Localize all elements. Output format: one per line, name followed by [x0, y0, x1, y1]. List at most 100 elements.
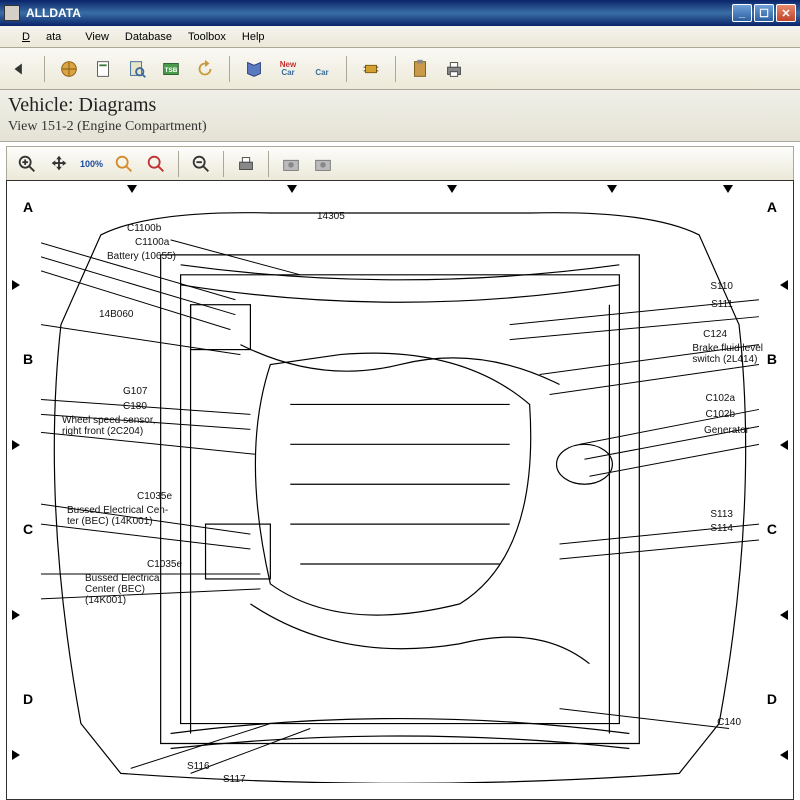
tick-marker: [12, 440, 20, 450]
zoom-100-button[interactable]: 100%: [77, 150, 106, 178]
tick-marker: [12, 750, 20, 760]
axis-a-left: A: [23, 199, 33, 215]
camera-icon: [280, 153, 302, 175]
axis-d-left: D: [23, 691, 33, 707]
menu-data[interactable]: Data: [6, 29, 77, 45]
label-s114: S114: [710, 523, 733, 534]
printer-icon: [235, 153, 257, 175]
page-header: Vehicle: Diagrams View 151-2 (Engine Com…: [0, 90, 800, 142]
lookup-button[interactable]: [123, 55, 151, 83]
axis-b-right: B: [767, 351, 777, 367]
refresh-button[interactable]: [191, 55, 219, 83]
menu-database[interactable]: Database: [117, 29, 180, 45]
label-14b060: 14B060: [99, 309, 133, 320]
label-c180: C180: [123, 401, 147, 412]
page-icon: [92, 58, 114, 80]
label-c102a: C102a: [706, 393, 735, 404]
label-s116: S116: [187, 761, 210, 772]
tick-marker: [723, 185, 733, 193]
axis-c-right: C: [767, 521, 777, 537]
zoom-in-button[interactable]: [13, 150, 41, 178]
menu-bar: Data View Database Toolbox Help: [0, 26, 800, 48]
zoom-in-icon: [16, 153, 38, 175]
print-diagram-button[interactable]: [232, 150, 260, 178]
clipboard-icon: [409, 58, 431, 80]
tick-marker: [12, 280, 20, 290]
diagram-viewer[interactable]: A A B B C C D D: [6, 180, 794, 800]
pan-icon: [48, 153, 70, 175]
axis-a-right: A: [767, 199, 777, 215]
label-s111: S111: [711, 299, 733, 310]
page-button[interactable]: [89, 55, 117, 83]
app-icon: [4, 5, 20, 21]
toolbar-separator: [44, 56, 45, 82]
tick-marker: [607, 185, 617, 193]
zoom-region-button[interactable]: [142, 150, 170, 178]
menu-help[interactable]: Help: [234, 29, 273, 45]
dtc-button[interactable]: [357, 55, 385, 83]
label-generator: Generator: [704, 425, 749, 436]
minimize-button[interactable]: _: [732, 4, 752, 22]
page-subtitle: View 151-2 (Engine Compartment): [8, 119, 792, 135]
label-g107: G107: [123, 386, 147, 397]
tick-marker: [447, 185, 457, 193]
window-title: ALLDATA: [26, 6, 732, 20]
toolbar-separator: [223, 151, 224, 177]
label-c102b: C102b: [706, 409, 735, 420]
zoom-out-icon: [190, 153, 212, 175]
printer-icon: [443, 58, 465, 80]
tick-marker: [12, 610, 20, 620]
label-c124: C124: [703, 329, 727, 340]
camera-icon: [312, 153, 334, 175]
toolbar-separator: [268, 151, 269, 177]
label-c1035e-2: C1035e: [147, 559, 182, 570]
zoom-region-icon: [145, 153, 167, 175]
zoom-fit-icon: [113, 153, 135, 175]
print-button[interactable]: [440, 55, 468, 83]
label-battery: Battery (10655): [107, 251, 176, 262]
note-button[interactable]: [406, 55, 434, 83]
toolbar-separator: [229, 56, 230, 82]
globe-button[interactable]: [55, 55, 83, 83]
books-button[interactable]: [240, 55, 268, 83]
camera-button-2[interactable]: [309, 150, 337, 178]
tick-marker: [780, 440, 788, 450]
menu-view[interactable]: View: [77, 29, 117, 45]
axis-b-left: B: [23, 351, 33, 367]
chip-icon: [360, 58, 382, 80]
refresh-icon: [194, 58, 216, 80]
label-c1100b: C1100b: [127, 223, 161, 234]
label-s110: S110: [710, 281, 733, 292]
new-car-button[interactable]: NewCar: [274, 55, 302, 83]
label-14305: 14305: [317, 211, 345, 222]
tick-marker: [780, 280, 788, 290]
globe-icon: [58, 58, 80, 80]
label-bec-1: Bussed Electrical Cen- ter (BEC) (14K001…: [67, 505, 168, 527]
zoom-out-button[interactable]: [187, 150, 215, 178]
label-wheel-speed: Wheel speed sensor, right front (2C204): [62, 415, 155, 437]
car-button[interactable]: Car: [308, 55, 336, 83]
magnifier-doc-icon: [126, 58, 148, 80]
label-c1100a: C1100a: [135, 237, 169, 248]
label-s117: S117: [223, 774, 246, 785]
pan-button[interactable]: [45, 150, 73, 178]
maximize-button[interactable]: ☐: [754, 4, 774, 22]
menu-toolbox[interactable]: Toolbox: [180, 29, 234, 45]
tick-marker: [287, 185, 297, 193]
label-c140: C140: [717, 717, 741, 728]
back-button[interactable]: [6, 55, 34, 83]
viewer-toolbar: 100%: [6, 146, 794, 180]
tick-marker: [780, 750, 788, 760]
page-title: Vehicle: Diagrams: [8, 94, 792, 117]
toolbar-separator: [395, 56, 396, 82]
tsb-button[interactable]: TSB: [157, 55, 185, 83]
label-bec-2: Bussed Electrical Center (BEC) (14K001): [85, 573, 162, 606]
tick-marker: [780, 610, 788, 620]
window-titlebar: ALLDATA _ ☐ ✕: [0, 0, 800, 26]
svg-text:TSB: TSB: [165, 66, 178, 73]
axis-d-right: D: [767, 691, 777, 707]
camera-button-1[interactable]: [277, 150, 305, 178]
zoom-fit-button[interactable]: [110, 150, 138, 178]
arrow-left-icon: [9, 58, 31, 80]
close-button[interactable]: ✕: [776, 4, 796, 22]
